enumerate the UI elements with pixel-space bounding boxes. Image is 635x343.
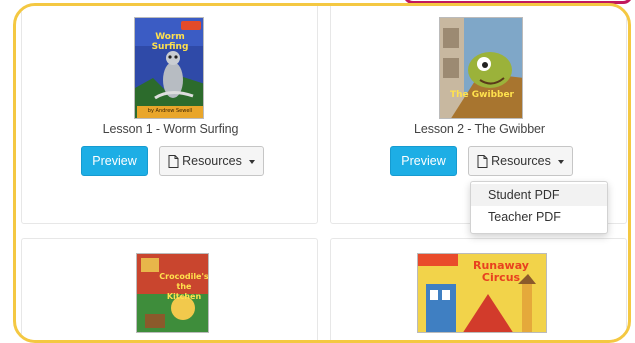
caret-down-icon [557,159,564,164]
lesson-card: Worm Surfing by Andrew Sewell Lesson 1 -… [21,6,318,224]
book-cover-runaway-circus[interactable]: Runaway Circus [417,253,547,333]
preview-button[interactable]: Preview [390,146,457,176]
preview-button[interactable]: Preview [81,146,148,176]
cover-art [440,18,522,118]
lesson-title: Lesson 1 - Worm Surfing [102,122,239,136]
menu-item-student-pdf[interactable]: Student PDF [471,184,607,206]
lessons-panel: Worm Surfing by Andrew Sewell Lesson 1 -… [13,3,631,343]
resources-dropdown-menu: Student PDF Teacher PDF [470,181,608,234]
cover-title: Runaway Circus [473,259,529,284]
resources-label: Resources [182,154,242,168]
caret-down-icon [248,159,255,164]
cover-title: Crocodile's the Kitchen [159,272,209,301]
resources-dropdown-button[interactable]: Resources [159,146,264,176]
lesson-title: Lesson 2 - The Gwibber [414,122,545,136]
file-icon [477,154,488,168]
lesson-card: Crocodile's the Kitchen [21,238,318,340]
lesson-card: Runaway Circus [330,238,627,340]
book-cover-worm-surfing[interactable]: Worm Surfing by Andrew Sewell [134,17,204,119]
resources-label: Resources [491,154,551,168]
book-cover-crocodile[interactable]: Crocodile's the Kitchen [136,253,209,333]
cover-title: The Gwibber [450,90,514,100]
cover-title: Worm Surfing [151,32,189,52]
file-icon [168,154,179,168]
book-cover-the-gwibber[interactable]: The Gwibber [439,17,523,119]
menu-item-teacher-pdf[interactable]: Teacher PDF [471,206,607,228]
cover-byline: by Andrew Sewell [147,108,193,114]
resources-dropdown-button[interactable]: Resources [468,146,573,176]
